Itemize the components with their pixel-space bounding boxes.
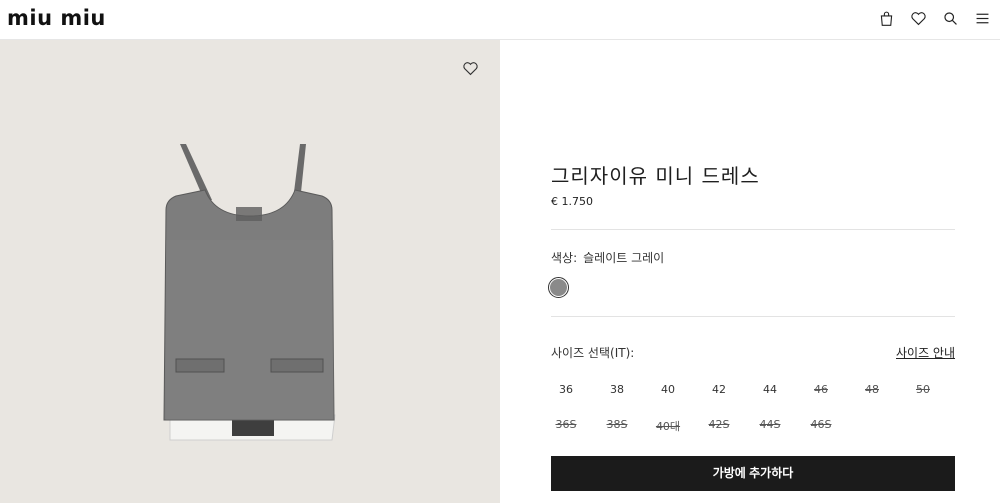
product-info-panel <box>500 40 1000 503</box>
search-icon[interactable] <box>941 9 960 28</box>
wishlist-heart-icon[interactable] <box>462 60 480 78</box>
size-option-36S[interactable]: 36S <box>546 418 586 431</box>
color-label: 색상: 슬레이트 그레이 <box>551 249 664 266</box>
site-header: miu miu <box>0 0 1000 40</box>
size-option-46[interactable]: 46 <box>801 383 841 396</box>
product-price: € 1.750 <box>551 195 593 208</box>
product-image[interactable] <box>0 40 500 503</box>
size-option-42[interactable]: 42 <box>699 383 739 396</box>
size-option-48[interactable]: 48 <box>852 383 892 396</box>
color-swatch[interactable] <box>548 277 569 298</box>
size-option-42S[interactable]: 42S <box>699 418 739 431</box>
logo[interactable]: miu miu <box>7 6 106 30</box>
size-label: 사이즈 선택(IT): <box>551 346 635 360</box>
swatch-fill <box>550 279 567 296</box>
dress-illustration <box>163 144 336 441</box>
size-option-40대[interactable]: 40대 <box>648 418 688 434</box>
size-option-44[interactable]: 44 <box>750 383 790 396</box>
divider <box>551 229 955 230</box>
size-option-38S[interactable]: 38S <box>597 418 637 431</box>
size-option-38[interactable]: 38 <box>597 383 637 396</box>
size-option-36[interactable]: 36 <box>546 383 586 396</box>
size-option-46S[interactable]: 46S <box>801 418 841 431</box>
header-icons <box>877 9 992 28</box>
bag-icon[interactable] <box>877 9 896 28</box>
size-option-44S[interactable]: 44S <box>750 418 790 431</box>
divider <box>551 316 955 317</box>
size-option-40[interactable]: 40 <box>648 383 688 396</box>
add-to-bag-button[interactable]: 가방에 추가하다 <box>551 456 955 491</box>
size-guide-link[interactable]: 사이즈 안내 <box>896 344 955 361</box>
size-option-50[interactable]: 50 <box>903 383 943 396</box>
product-title: 그리자이유 미니 드레스 <box>551 164 760 188</box>
color-label-text: 색상: <box>551 251 578 265</box>
heart-icon[interactable] <box>909 9 928 28</box>
menu-icon[interactable] <box>973 9 992 28</box>
color-value: 슬레이트 그레이 <box>583 251 665 265</box>
